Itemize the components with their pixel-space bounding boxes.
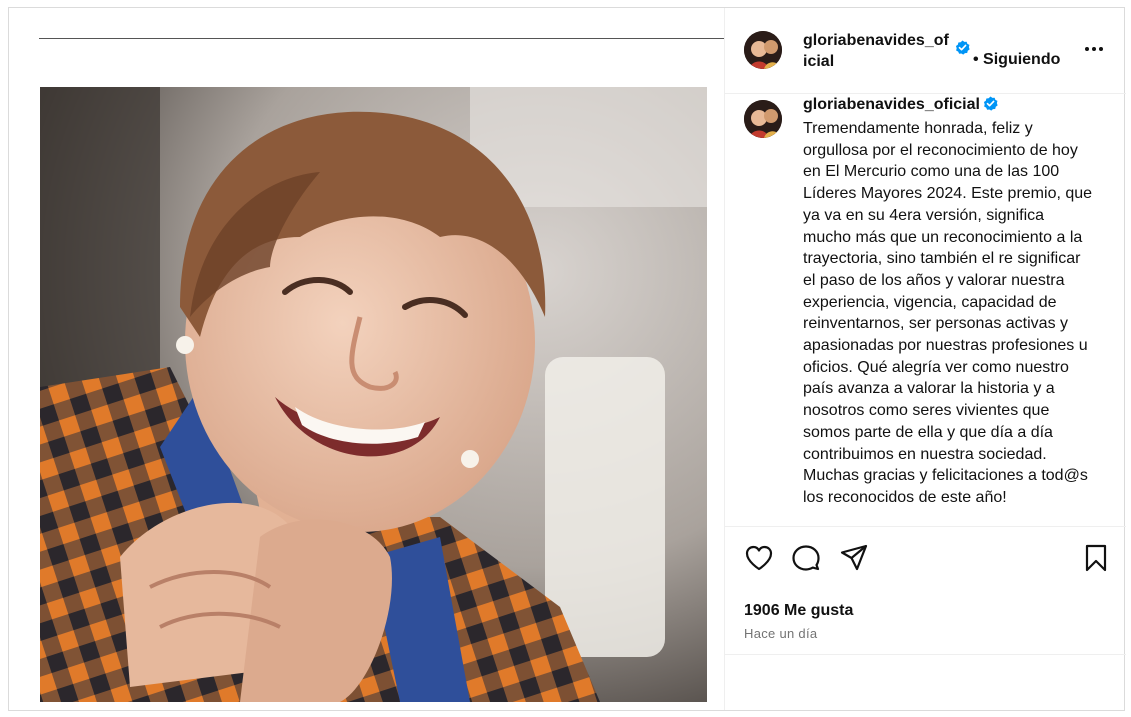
caption-username[interactable]: gloriabenavides_oficial	[803, 96, 980, 113]
heart-shape	[745, 545, 773, 571]
avatar-image	[744, 100, 782, 138]
likes-count[interactable]: 1906 Me gusta	[744, 602, 853, 620]
post-details-pane: gloriabenavides_oficial • Siguiendo glor…	[724, 8, 1126, 710]
share-icon[interactable]	[839, 543, 869, 573]
post-photo-illustration	[40, 87, 707, 702]
bookmark-shape	[1085, 544, 1107, 572]
caption-username-row: gloriabenavides_oficial	[803, 96, 998, 114]
post-image[interactable]	[40, 87, 707, 702]
bookmark-icon[interactable]	[1081, 543, 1111, 573]
post-timestamp[interactable]: Hace un día	[744, 626, 817, 641]
avatar[interactable]	[744, 31, 782, 69]
divider	[39, 38, 724, 39]
caption-text: Tremendamente honrada, feliz y orgullosa…	[803, 120, 1093, 506]
share-shape	[840, 544, 868, 571]
following-button[interactable]: • Siguiendo	[973, 51, 1060, 69]
post-window: gloriabenavides_oficial • Siguiendo glor…	[8, 7, 1126, 711]
comment-icon[interactable]	[791, 543, 821, 573]
more-horizontal-icon[interactable]	[1083, 38, 1105, 60]
post-actions: 1906 Me gusta Hace un día	[725, 526, 1126, 710]
avatar[interactable]	[744, 100, 782, 138]
divider	[725, 654, 1126, 655]
verified-badge-icon	[983, 96, 998, 111]
avatar-image	[744, 31, 782, 69]
comment-shape	[792, 545, 820, 571]
heart-icon[interactable]	[744, 543, 774, 573]
verified-badge-icon	[955, 40, 970, 55]
caption-area: gloriabenavides_oficial Tremendamente ho…	[725, 94, 1126, 526]
post-media-pane	[9, 8, 724, 710]
post-header: gloriabenavides_oficial • Siguiendo	[725, 8, 1126, 94]
more-dots	[1085, 47, 1103, 51]
header-username[interactable]: gloriabenavides_oficial	[803, 30, 953, 72]
